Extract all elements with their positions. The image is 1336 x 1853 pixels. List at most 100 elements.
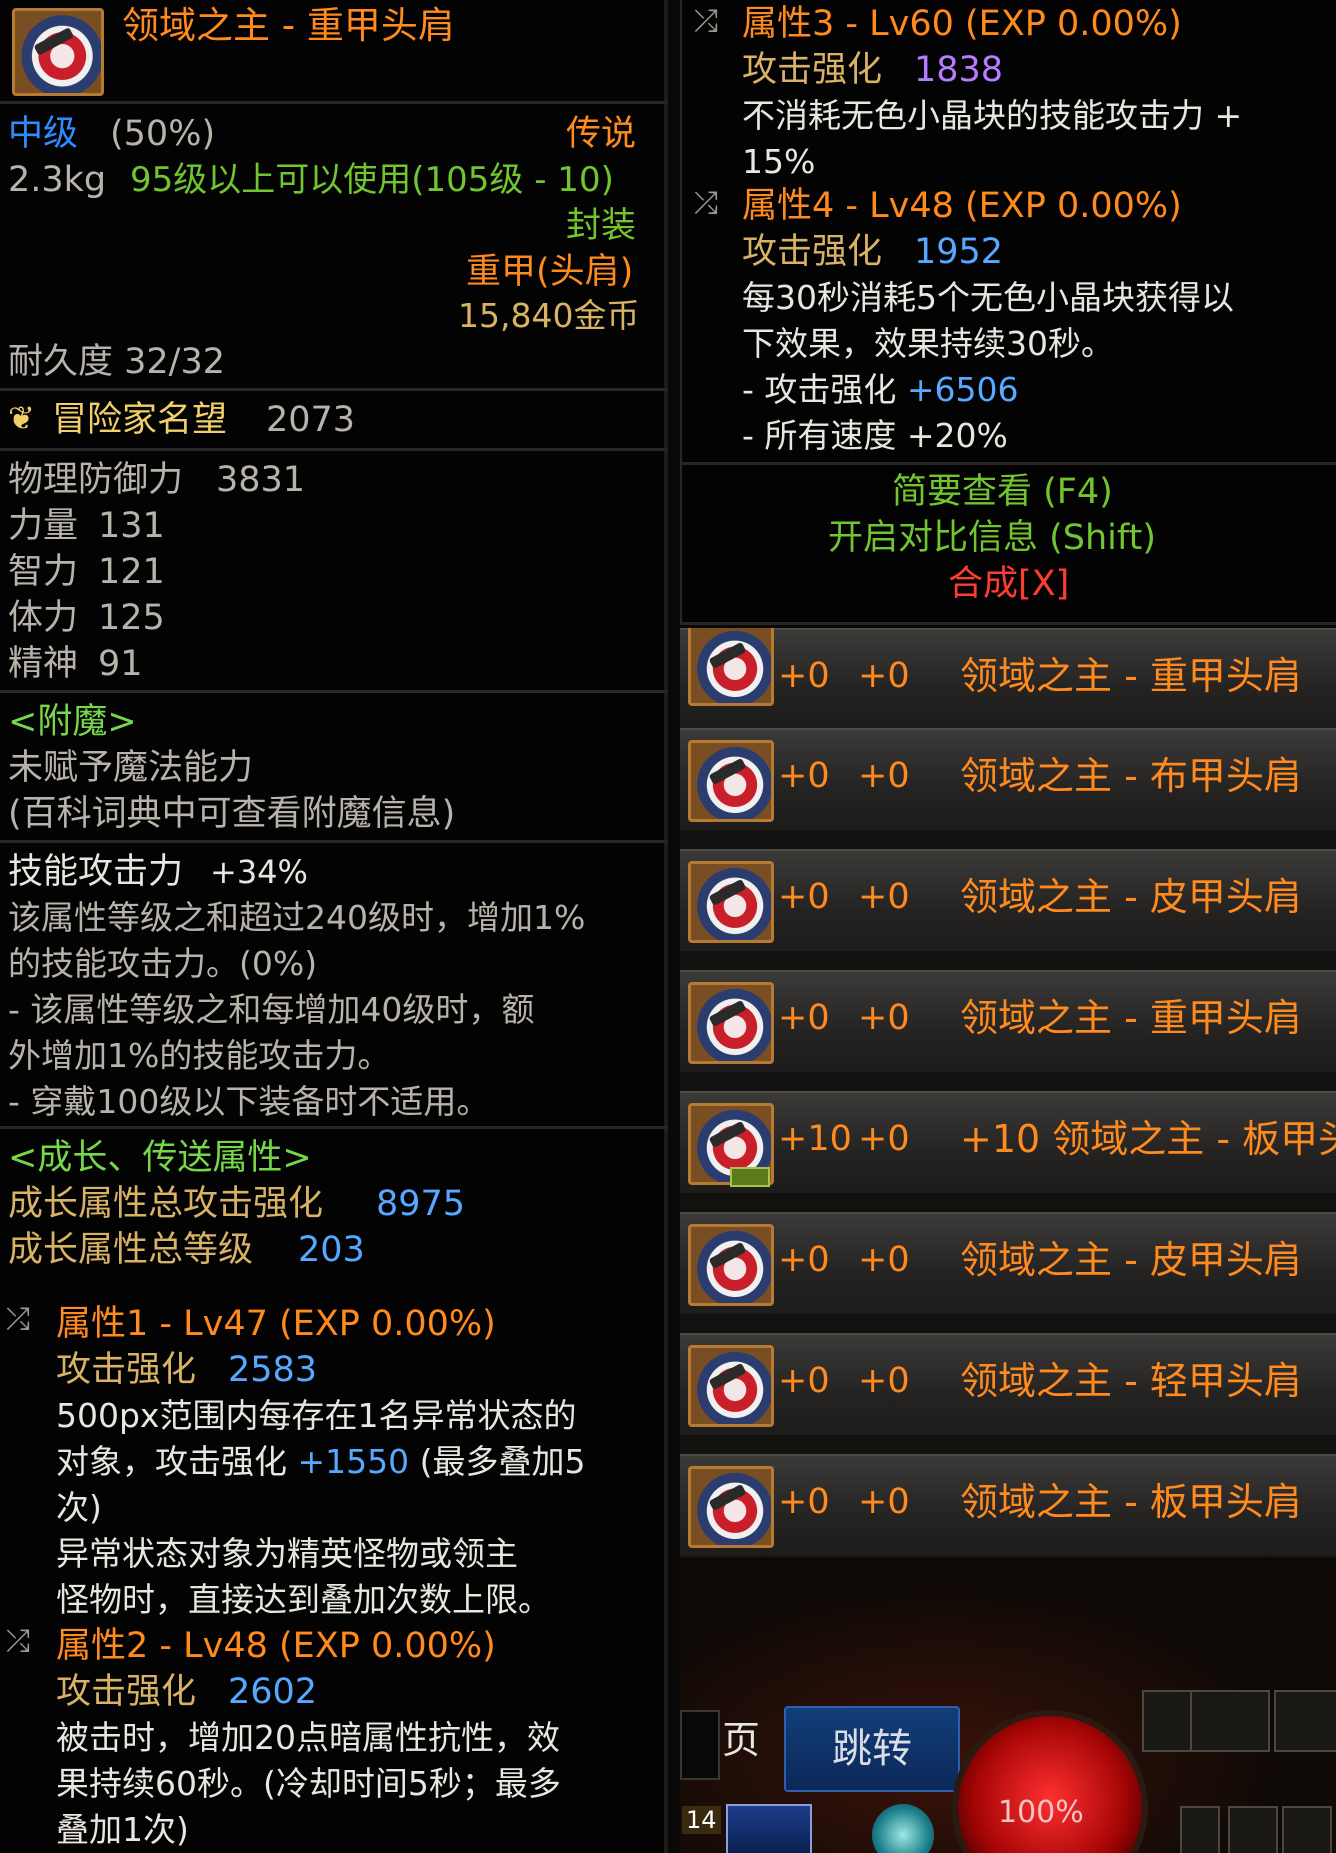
amplify-value: +0 [858, 656, 910, 696]
attr1-atk-label: 攻击强化 [56, 1350, 197, 1390]
enchant-header: <附魔> [8, 702, 137, 742]
stat-label: 智力 [8, 552, 79, 592]
attr4-title: 属性4 - Lv48 (EXP 0.00%) [742, 186, 1182, 226]
divider [0, 840, 668, 843]
level-requirement: 95级以上可以使用(105级 - 10) [130, 160, 614, 200]
growth-atk-value: 8975 [376, 1184, 466, 1224]
attr3-desc: 15% [742, 142, 816, 181]
amplify-value: +0 [858, 1482, 910, 1522]
brief-view-hint[interactable]: 简要查看 (F4) [892, 470, 1113, 514]
fame-value: 2073 [266, 400, 356, 440]
skill-desc-line: - 该属性等级之和每增加40级时，额 [8, 990, 535, 1029]
stat-value: 125 [98, 598, 165, 638]
skill-slot[interactable] [1274, 1690, 1336, 1752]
skill-desc-line: 该属性等级之和超过240级时，增加1% [8, 898, 586, 937]
list-item[interactable]: +0 +0 领域之主 - 重甲头肩 [680, 628, 1336, 730]
page-number-input[interactable] [680, 1710, 720, 1780]
skill-slot[interactable] [1190, 1690, 1270, 1752]
stat-value: 91 [98, 644, 143, 684]
skill-attack-label: 技能攻击力 [8, 852, 184, 892]
attr4-desc: 每30秒消耗5个无色小晶块获得以 [742, 278, 1234, 317]
shuffle-icon: ⤮ [694, 4, 718, 39]
divider [0, 690, 668, 693]
growth-atk-label: 成长属性总攻击强化 [8, 1184, 324, 1224]
item-title: 领域之主 - 重甲头肩 [122, 4, 455, 47]
growth-lv-value: 203 [298, 1230, 365, 1270]
stat-label: 力量 [8, 506, 79, 546]
skill-slot[interactable] [1180, 1806, 1220, 1853]
amplify-value: +0 [858, 1119, 910, 1159]
list-item[interactable]: +0 +0 领域之主 - 板甲头肩 [680, 1454, 1336, 1556]
item-name: +10 领域之主 - 板甲头 [960, 1117, 1336, 1161]
attr3-desc: 不消耗无色小晶块的技能攻击力 + [742, 96, 1243, 135]
item-name: 领域之主 - 皮甲头肩 [960, 875, 1302, 919]
attr4-atk-label: 攻击强化 [742, 232, 883, 272]
attr2-desc: 果持续60秒。(冷却时间5秒；最多 [56, 1764, 561, 1803]
page-label: 页 [722, 1718, 761, 1762]
attr4-effect: - 攻击强化 +6506 [742, 370, 1019, 409]
divider [0, 1126, 668, 1129]
skill-slot[interactable] [1282, 1806, 1332, 1853]
enchant-none: 未赋予魔法能力 [8, 748, 254, 788]
item-slot[interactable] [726, 1804, 812, 1853]
item-name: 领域之主 - 板甲头肩 [960, 1480, 1302, 1524]
stat-value: 131 [98, 506, 165, 546]
reinforce-value: +0 [778, 1482, 830, 1522]
compare-hint[interactable]: 开启对比信息 (Shift) [828, 516, 1156, 560]
reinforce-value: +0 [778, 877, 830, 917]
set-badge-icon [730, 1167, 770, 1187]
item-icon [688, 740, 774, 822]
divider [0, 448, 668, 451]
gem-icon[interactable] [872, 1804, 934, 1853]
reinforce-value: +0 [778, 656, 830, 696]
durability: 耐久度 32/32 [8, 342, 225, 382]
divider [0, 388, 668, 391]
seal-status: 封装 [566, 206, 637, 246]
item-name: 领域之主 - 重甲头肩 [960, 996, 1302, 1040]
amplify-value: +0 [858, 998, 910, 1038]
jump-button[interactable]: 跳转 [784, 1706, 960, 1792]
stat-label: 物理防御力 [8, 460, 184, 500]
list-item[interactable]: +10 +0 +10 领域之主 - 板甲头 [680, 1091, 1336, 1193]
attr1-desc: 异常状态对象为精英怪物或领主 [56, 1534, 518, 1573]
item-icon [688, 982, 774, 1064]
item-icon [688, 1345, 774, 1427]
attr4-effect: - 所有速度 +20% [742, 416, 1008, 455]
attr3-atk-value: 1838 [914, 50, 1004, 90]
fame-icon: ❦ [8, 399, 35, 437]
slot-count: 14 [682, 1806, 721, 1834]
attr1-title: 属性1 - Lv47 (EXP 0.00%) [56, 1304, 496, 1344]
item-list: +0 +0 领域之主 - 重甲头肩 +0 +0 领域之主 - 布甲头肩 +0 +… [680, 628, 1336, 1558]
list-item[interactable]: +0 +0 领域之主 - 轻甲头肩 [680, 1333, 1336, 1435]
stat-label: 体力 [8, 598, 79, 638]
attr2-desc: 叠加1次) [56, 1810, 189, 1849]
reinforce-value: +0 [778, 756, 830, 796]
item-type: 重甲(头肩) [466, 252, 634, 292]
synth-hint[interactable]: 合成[X] [948, 562, 1069, 606]
reinforce-value: +0 [778, 1240, 830, 1280]
attr3-title: 属性3 - Lv60 (EXP 0.00%) [742, 4, 1182, 44]
skill-slot[interactable] [1228, 1806, 1278, 1853]
reinforce-value: +10 [778, 1119, 852, 1159]
stat-label: 精神 [8, 644, 79, 684]
rarity-label: 传说 [566, 114, 637, 154]
attr4-desc: 下效果，效果持续30秒。 [742, 324, 1114, 363]
amplify-value: +0 [858, 756, 910, 796]
attr1-desc: 怪物时，直接达到叠加次数上限。 [56, 1580, 551, 1619]
list-item[interactable]: +0 +0 领域之主 - 皮甲头肩 [680, 849, 1336, 951]
list-item[interactable]: +0 +0 领域之主 - 布甲头肩 [680, 728, 1336, 830]
attr3-atk-label: 攻击强化 [742, 50, 883, 90]
shuffle-icon: ⤮ [694, 186, 718, 221]
stat-value: 3831 [216, 460, 306, 500]
list-item[interactable]: +0 +0 领域之主 - 重甲头肩 [680, 970, 1336, 1072]
attr1-desc: 对象，攻击强化 +1550 (最多叠加5 [56, 1442, 586, 1481]
attr1-desc: 500px范围内每存在1名异常状态的 [56, 1396, 577, 1435]
shuffle-icon: ⤮ [6, 1624, 30, 1659]
item-price: 15,840金币 [458, 296, 640, 335]
skill-attack-value: +34% [210, 853, 308, 891]
item-name: 领域之主 - 布甲头肩 [960, 754, 1302, 798]
shuffle-icon: ⤮ [6, 1302, 30, 1337]
list-item[interactable]: +0 +0 领域之主 - 皮甲头肩 [680, 1212, 1336, 1314]
grade-percent: (50%) [110, 114, 216, 154]
amplify-value: +0 [858, 877, 910, 917]
